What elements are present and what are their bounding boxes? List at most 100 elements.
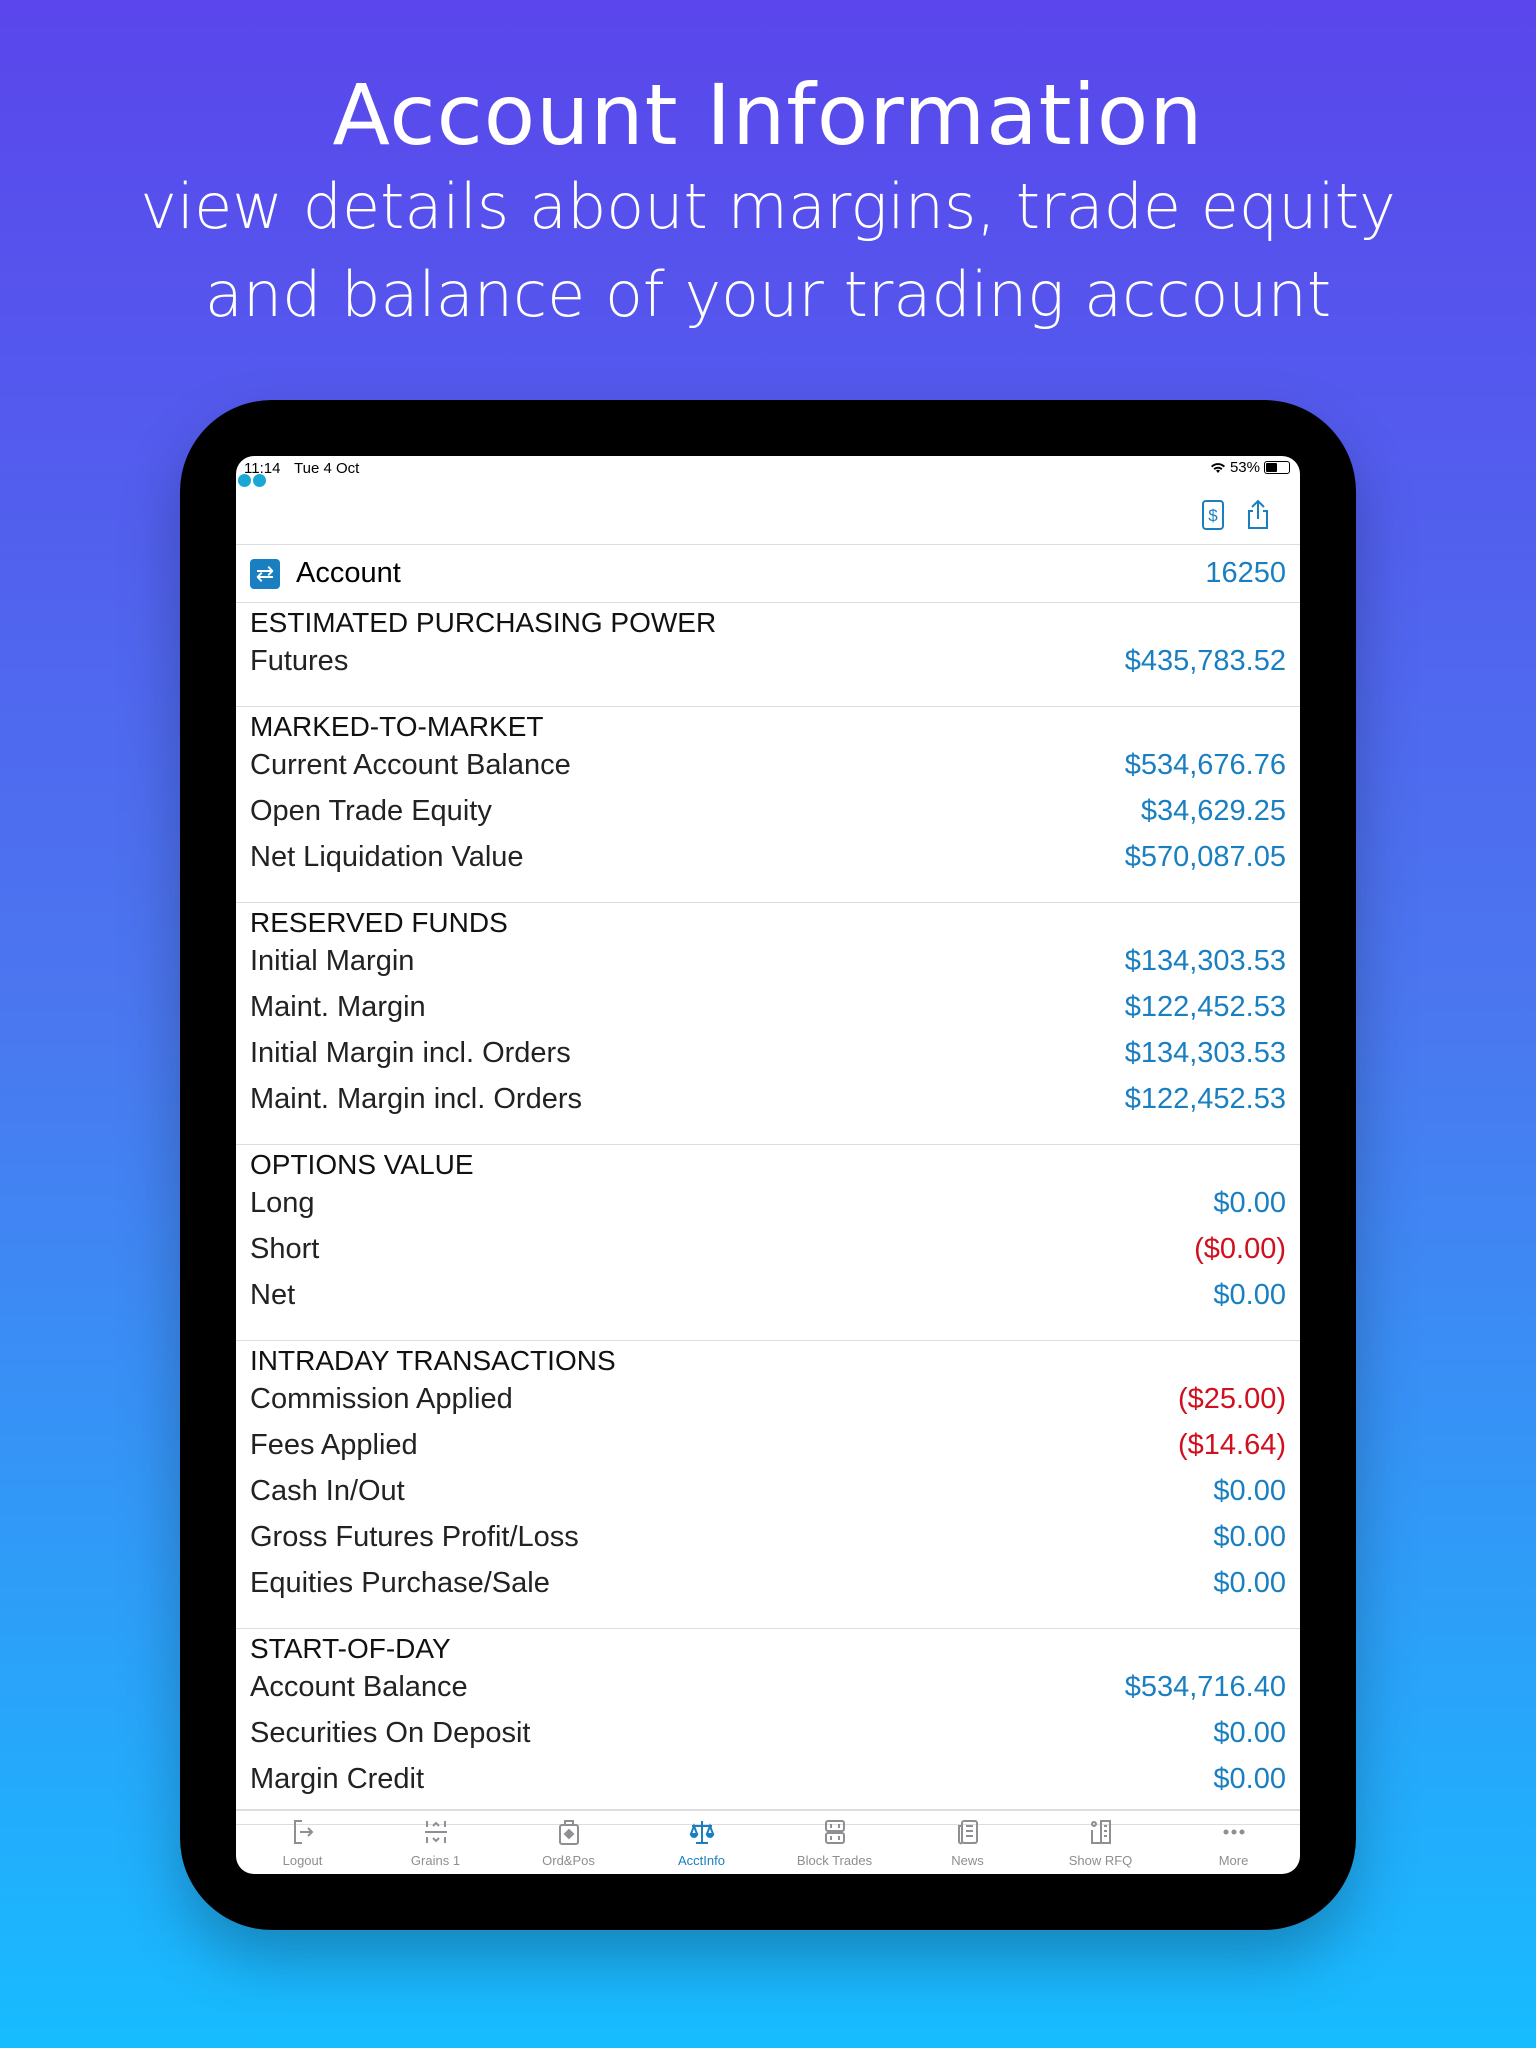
section: RESERVED FUNDS Initial Margin $134,303.53 M…: [236, 903, 1300, 1145]
block-trades-icon: [824, 1820, 845, 1844]
detail-row: Fees Applied ($14.64): [250, 1422, 1286, 1468]
row-value: $570,087.05: [1124, 840, 1286, 873]
row-label: Fees Applied: [250, 1428, 418, 1461]
tab-label: Ord&Pos: [542, 1853, 595, 1868]
tab-show-rfq[interactable]: Show RFQ: [1034, 1811, 1167, 1874]
row-label: Cash In/Out: [250, 1474, 405, 1507]
hero-subtitle-line1: view details about margins, trade equity: [140, 170, 1396, 243]
section-header: INTRADAY TRANSACTIONS: [250, 1345, 616, 1376]
row-value: $0.00: [1213, 1520, 1286, 1553]
row-label: Long: [250, 1186, 315, 1219]
grains-icon: [424, 1821, 447, 1843]
detail-row: Cash In/Out $0.00: [250, 1468, 1286, 1514]
news-icon: [957, 1820, 978, 1845]
section-header: RESERVED FUNDS: [250, 907, 508, 938]
battery-percent: 53%: [1229, 459, 1260, 476]
detail-row: Net Liquidation Value $570,087.05: [250, 834, 1286, 880]
tab-more[interactable]: More: [1167, 1811, 1300, 1874]
detail-row: Futures $435,783.52: [250, 638, 1286, 684]
section-header: START-OF-DAY: [250, 1633, 451, 1664]
row-label: Initial Margin incl. Orders: [250, 1036, 571, 1069]
share-icon[interactable]: [1241, 498, 1275, 532]
row-value: $0.00: [1213, 1186, 1286, 1219]
account-number: 16250: [1205, 557, 1286, 589]
section-header: ESTIMATED PURCHASING POWER: [250, 607, 717, 638]
row-value: ($14.64): [1177, 1428, 1286, 1461]
row-label: Short: [250, 1232, 320, 1265]
tab-ord-pos[interactable]: Ord&Pos: [502, 1811, 635, 1874]
row-value: $0.00: [1213, 1716, 1286, 1749]
row-label: Account Balance: [250, 1670, 468, 1703]
tab-bar: Logout Grains 1 Ord&Pos AcctInfo Block Trade…: [236, 1809, 1300, 1874]
detail-row: Securities On Deposit $0.00: [250, 1710, 1286, 1756]
section: INTRADAY TRANSACTIONS Commission Applied (…: [236, 1341, 1300, 1629]
detail-row: Initial Margin incl. Orders $134,303.53: [250, 1030, 1286, 1076]
tab-acctinfo[interactable]: AcctInfo: [635, 1811, 768, 1874]
detail-row: Initial Margin $134,303.53: [250, 938, 1286, 984]
tab-label: Block Trades: [796, 1853, 873, 1868]
scales-icon: [689, 1821, 714, 1844]
row-value: ($0.00): [1194, 1232, 1286, 1265]
row-value: $0.00: [1213, 1566, 1286, 1599]
row-label: Securities On Deposit: [250, 1716, 531, 1749]
section: MARKED-TO-MARKET Current Account Balance $…: [236, 707, 1300, 903]
row-label: Maint. Margin incl. Orders: [250, 1082, 582, 1115]
row-label: Open Trade Equity: [250, 794, 492, 827]
detail-row: Short ($0.00): [250, 1226, 1286, 1272]
row-value: $435,783.52: [1124, 644, 1286, 677]
detail-row: Commission Applied ($25.00): [250, 1376, 1286, 1422]
section-header: MARKED-TO-MARKET: [250, 711, 544, 742]
row-label: Initial Margin: [250, 944, 415, 977]
row-value: $0.00: [1213, 1762, 1286, 1795]
tab-news[interactable]: News: [901, 1811, 1034, 1874]
currency-exchange-icon[interactable]: $: [1196, 498, 1230, 532]
row-label: Commission Applied: [250, 1382, 513, 1415]
tab-grains-1[interactable]: Grains 1: [369, 1811, 502, 1874]
row-label: Maint. Margin: [250, 990, 426, 1023]
row-label: Gross Futures Profit/Loss: [250, 1520, 579, 1553]
tab-logout[interactable]: Logout: [236, 1811, 369, 1874]
row-value: $534,716.40: [1124, 1670, 1286, 1703]
row-value: $0.00: [1213, 1474, 1286, 1507]
detail-row: Account Balance $534,716.40: [250, 1664, 1286, 1710]
detail-row: Maint. Margin incl. Orders $122,452.53: [250, 1076, 1286, 1122]
app-screen: 11:14 Tue 4 Oct 53% $ ⇄ Account 16250 ES…: [236, 456, 1300, 1874]
tab-block-trades[interactable]: Block Trades: [768, 1811, 901, 1874]
detail-row: Current Account Balance $534,676.76: [250, 742, 1286, 788]
row-label: Net: [250, 1278, 296, 1311]
logout-icon: [293, 1820, 313, 1844]
row-value: $0.00: [1213, 1278, 1286, 1311]
status-date: Tue 4 Oct: [294, 460, 360, 477]
account-details-list: ESTIMATED PURCHASING POWER Futures $435,78…: [236, 603, 1300, 1825]
orders-positions-icon: [558, 1820, 579, 1845]
row-label: Net Liquidation Value: [250, 840, 524, 873]
battery-icon: [1264, 461, 1290, 474]
detail-row: Maint. Margin $122,452.53: [250, 984, 1286, 1030]
tab-label: AcctInfo: [678, 1853, 725, 1868]
row-value: ($25.00): [1177, 1382, 1286, 1415]
tab-label: Show RFQ: [1068, 1853, 1133, 1868]
row-label: Equities Purchase/Sale: [250, 1566, 550, 1599]
toolbar: $: [236, 486, 1300, 545]
detail-row: Equities Purchase/Sale $0.00: [250, 1560, 1286, 1606]
svg-text:$: $: [1208, 506, 1218, 525]
account-selector[interactable]: ⇄ Account 16250: [236, 545, 1300, 603]
detail-row: Open Trade Equity $34,629.25: [250, 788, 1286, 834]
section: START-OF-DAY Account Balance $534,716.40 Se…: [236, 1629, 1300, 1825]
detail-row: Margin Credit $0.00: [250, 1756, 1286, 1802]
row-value: $134,303.53: [1124, 944, 1286, 977]
more-icon: [1223, 1829, 1244, 1835]
row-value: $534,676.76: [1124, 748, 1286, 781]
wifi-icon: [1210, 462, 1225, 473]
row-value: $122,452.53: [1124, 1082, 1286, 1115]
detail-row: Net $0.00: [250, 1272, 1286, 1318]
swap-account-icon[interactable]: ⇄: [250, 558, 280, 589]
hero-subtitle-line2: and balance of your trading account: [204, 258, 1332, 331]
tab-label: Logout: [282, 1853, 323, 1868]
row-label: Futures: [250, 644, 349, 677]
status-bar: 11:14 Tue 4 Oct 53%: [236, 456, 1300, 487]
row-label: Current Account Balance: [250, 748, 571, 781]
hero-title: Account Information: [332, 66, 1204, 164]
rfq-icon: [1090, 1820, 1111, 1844]
row-value: $122,452.53: [1124, 990, 1286, 1023]
